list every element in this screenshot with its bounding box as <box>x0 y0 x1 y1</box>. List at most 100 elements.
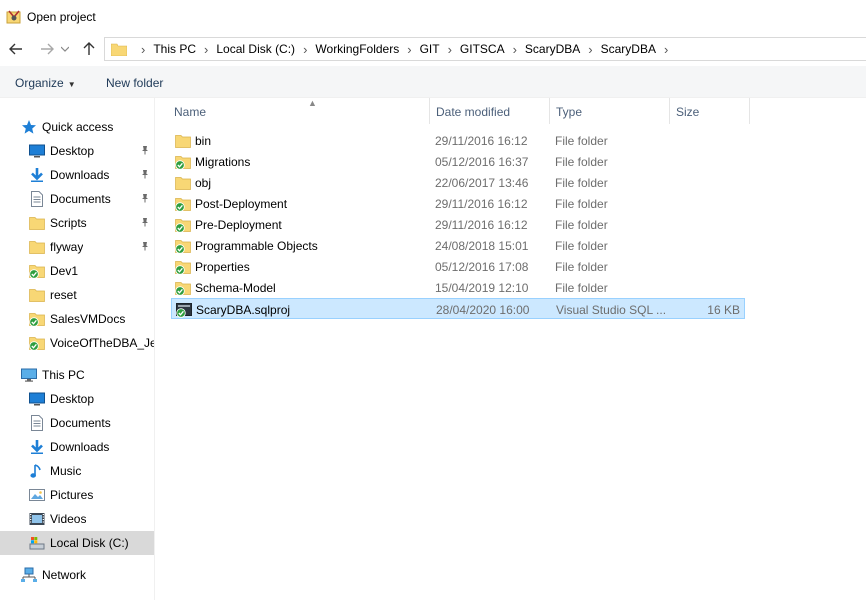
file-size: 16 KB <box>707 303 740 317</box>
file-row[interactable]: ScaryDBA.sqlproj 28/04/2020 16:00 Visual S… <box>171 298 745 319</box>
chevron-right-icon[interactable]: › <box>513 42 517 57</box>
file-type: File folder <box>555 155 608 169</box>
download-icon <box>29 439 45 455</box>
nav-pc-item[interactable]: Pictures <box>0 483 154 507</box>
file-name: Post-Deployment <box>195 197 288 211</box>
nav-quick-item[interactable]: Dev1 <box>0 259 154 283</box>
network-icon <box>21 567 37 583</box>
nav-quick-item[interactable]: Documents <box>0 187 154 211</box>
pin-icon[interactable] <box>140 169 150 182</box>
file-row[interactable]: Post-Deployment 29/11/2016 16:12 File fold… <box>171 193 745 214</box>
column-header-date[interactable]: Date modified <box>430 98 550 124</box>
chevron-right-icon[interactable]: › <box>141 42 145 57</box>
chevron-right-icon[interactable]: › <box>588 42 592 57</box>
pin-icon[interactable] <box>140 241 150 254</box>
navigation-pane: Quick access Desktop Downloads Documents Scr… <box>0 98 155 600</box>
breadcrumb-item[interactable]: GIT <box>420 42 440 56</box>
chevron-right-icon[interactable]: › <box>407 42 411 57</box>
file-name: Schema-Model <box>195 281 276 295</box>
chevron-right-icon[interactable]: › <box>448 42 452 57</box>
column-type-label: Type <box>556 105 583 119</box>
nav-quick-item[interactable]: flyway <box>0 235 154 259</box>
file-row[interactable]: Pre-Deployment 29/11/2016 16:12 File folde… <box>171 214 745 235</box>
column-date-label: Date modified <box>436 105 511 119</box>
nav-pc-item[interactable]: Documents <box>0 411 154 435</box>
file-row[interactable]: obj 22/06/2017 13:46 File folder <box>171 172 745 193</box>
organize-button[interactable]: Organize ▼ <box>15 76 76 90</box>
nav-quick-item[interactable]: VoiceOfTheDBA_Jer <box>0 331 154 355</box>
nav-item-label: Pictures <box>50 488 94 502</box>
arrow-left-icon[interactable] <box>7 40 25 58</box>
title-bar: Open project <box>0 0 866 34</box>
nav-item-label: This PC <box>42 368 85 382</box>
nav-item-label: VoiceOfTheDBA_Jer <box>50 336 154 350</box>
arrow-right-icon[interactable] <box>38 40 56 58</box>
nav-pc-item[interactable]: Downloads <box>0 435 154 459</box>
chevron-right-icon[interactable]: › <box>204 42 208 57</box>
folder-icon <box>175 175 191 190</box>
breadcrumb-item[interactable]: This PC <box>153 42 196 56</box>
nav-pc-item[interactable]: Music <box>0 459 154 483</box>
new-folder-button[interactable]: New folder <box>106 76 163 90</box>
nav-pc-item[interactable]: Desktop <box>0 387 154 411</box>
drive-icon <box>29 535 45 551</box>
column-header-name[interactable]: Name ▲ <box>168 98 430 124</box>
chevron-right-icon[interactable]: › <box>664 42 668 57</box>
file-type: File folder <box>555 176 608 190</box>
breadcrumb-item[interactable]: Local Disk (C:) <box>216 42 295 56</box>
nav-item-label: SalesVMDocs <box>50 312 126 326</box>
pin-icon[interactable] <box>140 193 150 206</box>
address-bar[interactable]: › This PC › Local Disk (C:) › WorkingFolders ›… <box>104 37 866 61</box>
desktop-icon <box>29 391 45 407</box>
nav-quick-item[interactable]: Scripts <box>0 211 154 235</box>
file-row[interactable]: bin 29/11/2016 16:12 File folder <box>171 130 745 151</box>
breadcrumb-item[interactable]: GITSCA <box>460 42 505 56</box>
file-row[interactable]: Migrations 05/12/2016 16:37 File folder <box>171 151 745 172</box>
nav-pc-item[interactable]: Local Disk (C:) <box>0 531 154 555</box>
chevron-right-icon[interactable]: › <box>303 42 307 57</box>
nav-quick-item[interactable]: reset <box>0 283 154 307</box>
breadcrumb: › This PC › Local Disk (C:) › WorkingFolders ›… <box>133 42 676 57</box>
folder-icon <box>111 43 127 56</box>
nav-network[interactable]: Network <box>0 563 154 587</box>
organize-label: Organize <box>15 76 64 90</box>
nav-quick-item[interactable]: Downloads <box>0 163 154 187</box>
nav-item-label: flyway <box>50 240 84 254</box>
file-row[interactable]: Programmable Objects 24/08/2018 15:01 File… <box>171 235 745 256</box>
file-name: Properties <box>195 260 250 274</box>
nav-this-pc[interactable]: This PC <box>0 363 154 387</box>
breadcrumb-item[interactable]: WorkingFolders <box>315 42 399 56</box>
file-name: ScaryDBA.sqlproj <box>196 303 291 317</box>
nav-item-label: Downloads <box>50 440 110 454</box>
file-name: obj <box>195 176 212 190</box>
nav-item-label: Videos <box>50 512 87 526</box>
chevron-down-icon: ▼ <box>67 80 76 89</box>
file-row[interactable]: Schema-Model 15/04/2019 12:10 File folder <box>171 277 745 298</box>
file-name: Programmable Objects <box>195 239 318 253</box>
pin-icon[interactable] <box>140 217 150 230</box>
pin-icon[interactable] <box>140 145 150 158</box>
file-date: 29/11/2016 16:12 <box>435 218 528 232</box>
column-header-size[interactable]: Size <box>670 98 750 124</box>
breadcrumb-item[interactable]: ScaryDBA <box>601 42 656 56</box>
sort-up-icon: ▲ <box>308 98 317 108</box>
nav-quick-access[interactable]: Quick access <box>0 115 154 139</box>
breadcrumb-item[interactable]: ScaryDBA <box>525 42 580 56</box>
nav-quick-item[interactable]: SalesVMDocs <box>0 307 154 331</box>
nav-pc-item[interactable]: Videos <box>0 507 154 531</box>
navigation-bar: › This PC › Local Disk (C:) › WorkingFolders ›… <box>0 34 866 64</box>
nav-item-label: Music <box>50 464 82 478</box>
nav-item-label: Local Disk (C:) <box>50 536 129 550</box>
star-icon <box>21 119 37 135</box>
app-icon <box>6 10 21 24</box>
file-row[interactable]: Properties 05/12/2016 17:08 File folder <box>171 256 745 277</box>
chevron-down-icon[interactable] <box>60 40 70 58</box>
arrow-up-icon[interactable] <box>80 40 98 58</box>
file-name: bin <box>195 134 212 148</box>
nav-quick-item[interactable]: Desktop <box>0 139 154 163</box>
file-date: 28/04/2020 16:00 <box>436 303 530 317</box>
file-date: 05/12/2016 16:37 <box>435 155 529 169</box>
column-header-type[interactable]: Type <box>550 98 670 124</box>
file-date: 22/06/2017 13:46 <box>435 176 529 190</box>
file-type: File folder <box>555 218 608 232</box>
